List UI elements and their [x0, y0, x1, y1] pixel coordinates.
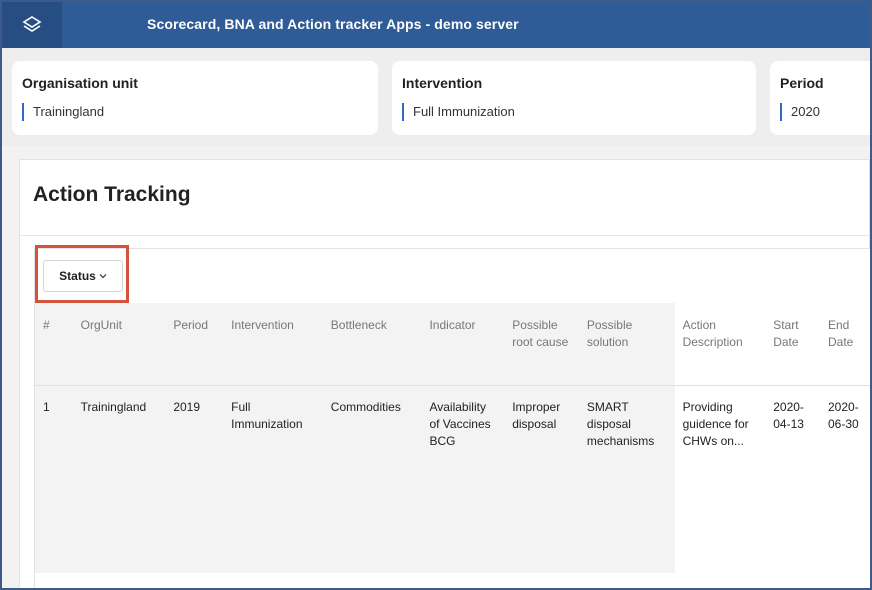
- table-cell: 2019: [165, 385, 224, 573]
- intervention-value: Full Immunization: [402, 103, 515, 121]
- table-cell: Trainingland: [72, 385, 166, 573]
- table-cell: Full Immunization: [223, 385, 323, 573]
- status-filter-label: Status: [59, 269, 96, 283]
- filter-bar: Organisation unit Trainingland Intervent…: [2, 48, 870, 146]
- period-filter[interactable]: Period 2020: [770, 61, 870, 135]
- table-cell: Availability of Vaccines BCG: [421, 385, 505, 573]
- app-title: Scorecard, BNA and Action tracker Apps -…: [147, 16, 519, 32]
- chevron-down-icon: [99, 274, 107, 279]
- app-window: Scorecard, BNA and Action tracker Apps -…: [0, 0, 872, 590]
- org-unit-label: Organisation unit: [22, 75, 138, 91]
- column-header[interactable]: End Date: [820, 303, 870, 385]
- period-label: Period: [780, 75, 824, 91]
- column-header[interactable]: #: [35, 303, 73, 385]
- column-header[interactable]: Intervention: [223, 303, 323, 385]
- divider: [20, 235, 870, 236]
- column-header[interactable]: Indicator: [421, 303, 505, 385]
- table-cell: Commodities: [322, 385, 422, 573]
- table-cell: 2020-04-13: [773, 399, 804, 431]
- column-header[interactable]: Possible solution: [578, 303, 675, 385]
- page-title: Action Tracking: [33, 183, 191, 206]
- action-table: # OrgUnit Period Intervention Bottleneck…: [35, 303, 870, 573]
- period-value: 2020: [780, 103, 820, 121]
- table-cell: 1: [35, 385, 73, 573]
- org-unit-value: Trainingland: [22, 103, 104, 121]
- intervention-filter[interactable]: Intervention Full Immunization: [392, 61, 756, 135]
- layers-icon: [22, 16, 42, 32]
- table-cell: 2020-06-30: [828, 399, 859, 431]
- top-bar: Scorecard, BNA and Action tracker Apps -…: [2, 2, 870, 48]
- table-row[interactable]: 1 Trainingland 2019 Full Immunization Co…: [35, 385, 870, 573]
- table-header-row: # OrgUnit Period Intervention Bottleneck…: [35, 303, 870, 385]
- intervention-label: Intervention: [402, 75, 483, 91]
- app-logo[interactable]: [2, 2, 62, 48]
- column-header[interactable]: Action Description: [675, 303, 766, 385]
- column-header[interactable]: Period: [165, 303, 224, 385]
- column-header[interactable]: Bottleneck: [322, 303, 422, 385]
- org-unit-filter[interactable]: Organisation unit Trainingland: [12, 61, 378, 135]
- column-header[interactable]: OrgUnit: [72, 303, 166, 385]
- column-header[interactable]: Possible root cause: [504, 303, 579, 385]
- column-header[interactable]: Start Date: [765, 303, 820, 385]
- status-filter-button[interactable]: Status: [43, 260, 123, 292]
- table-cell: Improper disposal: [504, 385, 579, 573]
- table-cell: Providing guidence for CHWs on...: [682, 399, 749, 448]
- table-cell: SMART disposal mechanisms: [578, 385, 675, 573]
